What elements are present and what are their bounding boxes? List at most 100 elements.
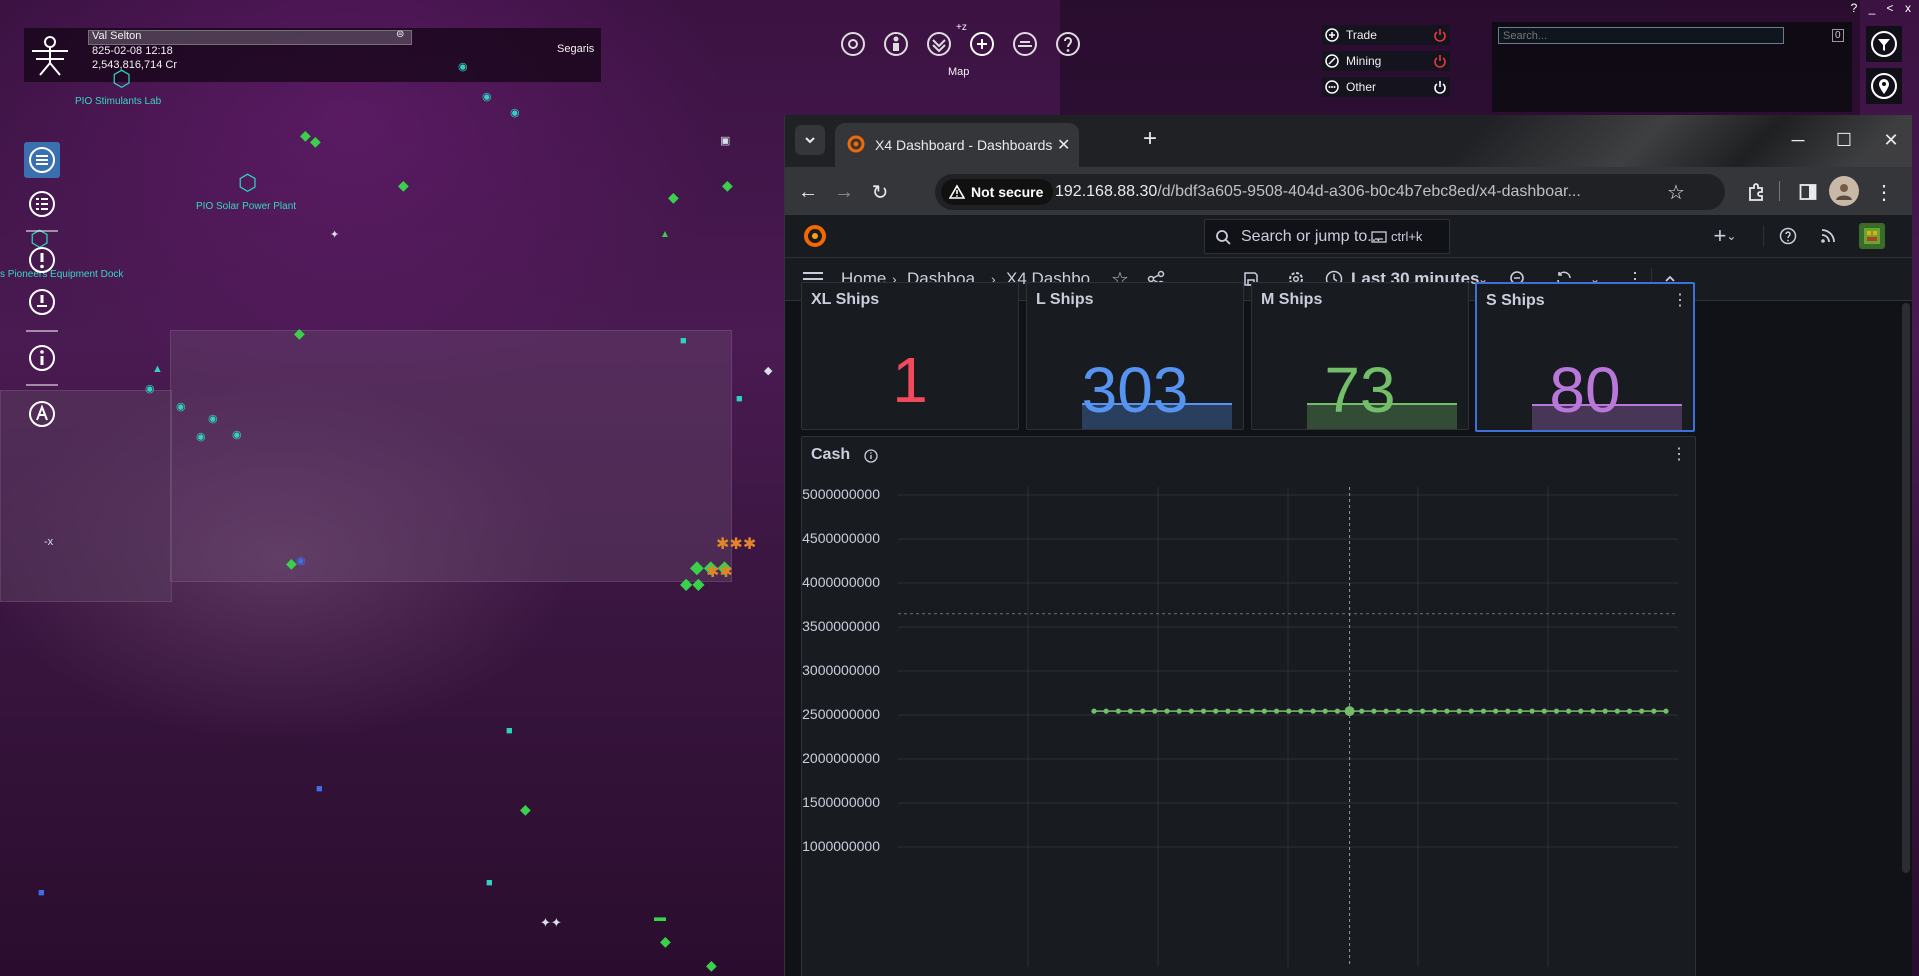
data-point[interactable]: [1614, 708, 1620, 714]
help-icon[interactable]: [1054, 30, 1082, 58]
filter-mining[interactable]: Mining: [1322, 51, 1450, 71]
data-point[interactable]: [1188, 708, 1194, 714]
data-point[interactable]: [1213, 708, 1219, 714]
ship-marker[interactable]: ◉: [145, 382, 155, 396]
stat-panel-l-ships[interactable]: L Ships 303: [1026, 282, 1244, 430]
sidebar-info-button[interactable]: [24, 340, 60, 376]
ship-marker[interactable]: ✦✦: [540, 916, 562, 930]
map-label-equipment-dock[interactable]: s Pioneers Equipment Dock: [0, 269, 123, 280]
minimize-window-button[interactable]: ─: [1785, 127, 1811, 153]
address-bar[interactable]: Not secure 192.168.88.30/d/bdf3a605-9508…: [935, 174, 1725, 210]
data-point[interactable]: [1322, 708, 1328, 714]
player-info-icon[interactable]: [882, 30, 910, 58]
ship-marker[interactable]: ◆: [668, 190, 679, 204]
map-label-solar-plant[interactable]: PIO Solar Power Plant: [196, 201, 296, 212]
filter-trade[interactable]: Trade: [1322, 25, 1450, 45]
ship-marker[interactable]: ■: [736, 392, 743, 406]
ship-marker[interactable]: ◉: [208, 412, 218, 426]
sidebar-missions-button[interactable]: [24, 284, 60, 320]
settings-icon[interactable]: [839, 30, 867, 58]
ship-marker[interactable]: ◆: [660, 934, 671, 948]
data-point[interactable]: [1298, 708, 1304, 714]
data-point[interactable]: [1176, 708, 1182, 714]
data-point[interactable]: [1468, 708, 1474, 714]
map-label-stimulants-lab[interactable]: PIO Stimulants Lab: [75, 96, 161, 107]
data-point[interactable]: [1200, 708, 1207, 714]
ship-marker[interactable]: ✦: [330, 228, 339, 242]
data-point[interactable]: [1334, 708, 1341, 714]
ship-marker[interactable]: ▲: [152, 362, 163, 376]
ship-marker[interactable]: ◆: [706, 958, 717, 972]
data-point[interactable]: [1444, 708, 1450, 714]
profile-avatar[interactable]: [1829, 176, 1859, 206]
info-icon[interactable]: [862, 447, 880, 465]
sidebar-objects-button[interactable]: [24, 186, 60, 222]
data-point[interactable]: [1310, 708, 1316, 714]
ship-marker[interactable]: ◉: [510, 106, 520, 120]
power-icon[interactable]: [1430, 77, 1450, 97]
data-point[interactable]: [1639, 708, 1645, 714]
encyclopedia-icon[interactable]: [1011, 30, 1039, 58]
ship-marker[interactable]: ◉: [296, 554, 306, 568]
data-point[interactable]: [1261, 708, 1267, 714]
ship-marker[interactable]: ■: [680, 334, 687, 348]
forward-button[interactable]: →: [831, 179, 857, 205]
ship-marker[interactable]: ■: [506, 724, 513, 738]
user-avatar[interactable]: [1859, 223, 1885, 249]
help-icon[interactable]: [1777, 225, 1799, 247]
data-point[interactable]: [1115, 708, 1121, 714]
data-point[interactable]: [1578, 708, 1584, 714]
data-point[interactable]: [1505, 708, 1511, 714]
filter-button[interactable]: [1866, 26, 1902, 62]
ship-marker[interactable]: ■: [316, 782, 323, 796]
data-point[interactable]: [1432, 708, 1438, 714]
browser-menu-icon[interactable]: ⋮: [1871, 179, 1897, 205]
data-point[interactable]: [1164, 708, 1170, 714]
ship-marker[interactable]: ■: [486, 876, 493, 890]
close-window-button[interactable]: ✕: [1878, 127, 1904, 153]
sidebar-alerts-button[interactable]: [24, 242, 60, 278]
ship-cluster[interactable]: ✱✱✱: [716, 537, 756, 553]
ship-marker[interactable]: ◆: [294, 326, 305, 340]
game-back-button[interactable]: <: [1884, 2, 1896, 14]
extensions-icon[interactable]: [1743, 179, 1769, 205]
data-point[interactable]: [1456, 708, 1462, 714]
new-tab-button[interactable]: +: [1143, 125, 1157, 153]
ship-marker[interactable]: ▬: [654, 910, 666, 924]
data-point[interactable]: [1273, 708, 1280, 714]
side-panel-icon[interactable]: [1795, 179, 1821, 205]
ship-marker[interactable]: ◉: [458, 60, 468, 74]
data-point[interactable]: [1395, 708, 1401, 714]
grafana-logo-icon[interactable]: [801, 222, 829, 250]
add-new-button[interactable]: + ⌄: [1705, 223, 1745, 249]
map-icon[interactable]: [968, 30, 996, 58]
data-point[interactable]: [1663, 708, 1669, 714]
ship-marker[interactable]: ◆: [764, 364, 772, 378]
game-search-input[interactable]: [1498, 27, 1784, 44]
data-point[interactable]: [1626, 708, 1633, 714]
data-point[interactable]: [1602, 708, 1608, 714]
browser-tab[interactable]: X4 Dashboard - Dashboards - Grafana ✕: [835, 123, 1079, 167]
bookmark-star-icon[interactable]: ☆: [1667, 180, 1685, 205]
location-button[interactable]: [1866, 68, 1902, 104]
ship-marker[interactable]: ◉: [196, 430, 206, 444]
data-point[interactable]: [1359, 708, 1365, 714]
ship-marker[interactable]: ◉: [176, 400, 186, 414]
data-point[interactable]: [1383, 708, 1389, 714]
data-point[interactable]: [1590, 708, 1596, 714]
ship-marker[interactable]: ▣: [720, 134, 730, 148]
ship-marker[interactable]: ◆: [722, 178, 733, 192]
data-point[interactable]: [1103, 708, 1109, 714]
data-point[interactable]: [1541, 708, 1547, 714]
data-point[interactable]: [1237, 708, 1243, 714]
data-point[interactable]: [1249, 708, 1255, 714]
page-scrollbar[interactable]: [1902, 303, 1910, 873]
filter-other[interactable]: Other: [1322, 77, 1450, 97]
data-point[interactable]: [1152, 708, 1158, 714]
game-close-button[interactable]: x: [1902, 2, 1914, 14]
panel-menu-icon[interactable]: ⋮: [1671, 289, 1689, 311]
ship-marker[interactable]: ■: [38, 886, 45, 900]
ship-cluster[interactable]: ✱✱: [706, 565, 733, 581]
power-icon[interactable]: [1430, 25, 1450, 45]
data-point[interactable]: [1493, 708, 1499, 714]
